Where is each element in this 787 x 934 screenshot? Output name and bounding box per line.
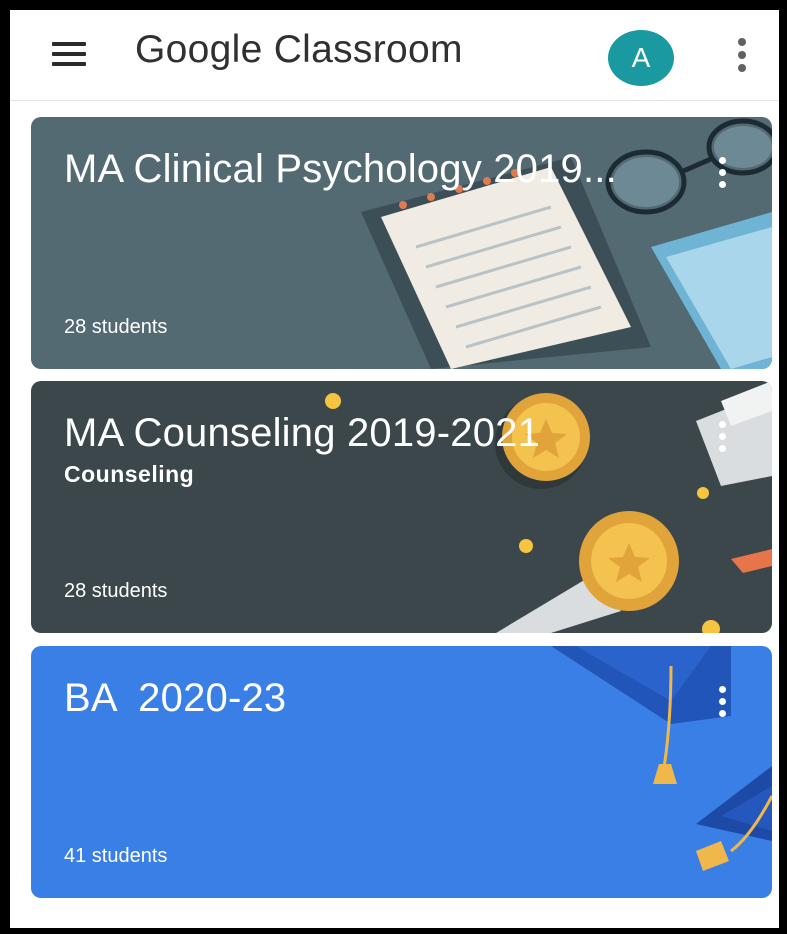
student-count: 41 students xyxy=(64,845,168,867)
class-title: MA Counseling 2019-2021 xyxy=(64,411,541,455)
app-title: Google Classroom xyxy=(135,28,463,71)
class-card-counseling[interactable]: MA Counseling 2019-2021 Counseling 28 st… xyxy=(31,381,772,633)
student-count: 28 students xyxy=(64,580,168,602)
class-card-clinical-psychology[interactable]: MA Clinical Psychology 2019... 28 studen… xyxy=(31,117,772,369)
account-avatar[interactable]: A xyxy=(608,30,674,86)
student-count: 28 students xyxy=(64,316,168,338)
menu-icon[interactable] xyxy=(50,42,88,68)
class-card-ba[interactable]: BA 2020-23 41 students xyxy=(31,646,772,898)
class-options-icon[interactable] xyxy=(715,421,731,457)
class-title: BA 2020-23 xyxy=(64,676,287,720)
app-bar: Google Classroom A xyxy=(10,10,779,101)
class-options-icon[interactable] xyxy=(715,157,731,193)
class-section: Counseling xyxy=(64,461,195,487)
more-options-icon[interactable] xyxy=(734,36,750,80)
class-options-icon[interactable] xyxy=(715,686,731,722)
class-title: MA Clinical Psychology 2019... xyxy=(64,147,617,191)
